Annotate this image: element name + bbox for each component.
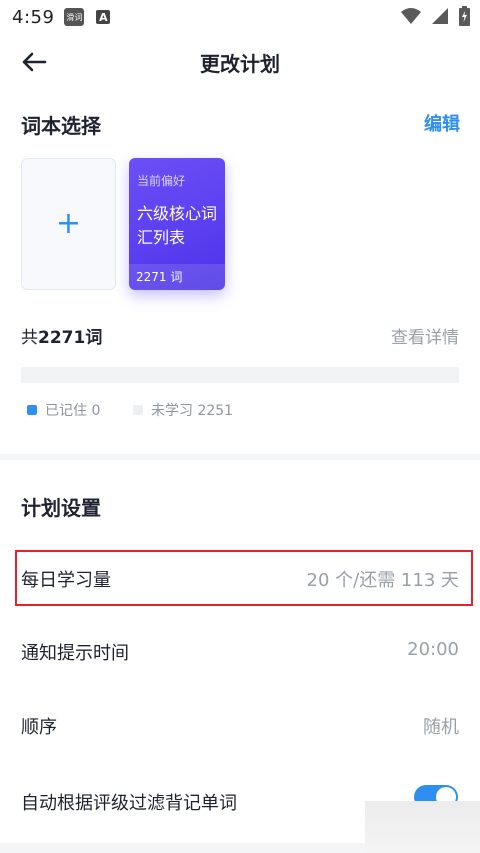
notification-time-label: 通知提示时间 [21,643,129,664]
legend-remembered: 已记住 0 [27,400,100,420]
legend-remembered-label: 已记住 0 [45,403,101,419]
total-value: 2271词 [38,328,103,348]
plan-section-title: 计划设置 [21,496,101,520]
page-title: 更改计划 [200,52,280,76]
app-notification-icon: 滑词 [64,8,85,26]
progress-bar [21,367,459,383]
wordbook-section-title: 词本选择 [21,114,101,138]
book-name: 六级核心词汇列表 [137,204,218,247]
daily-amount-row[interactable]: 每日学习量 20 个/还需 113 天 [0,550,480,606]
view-details-link[interactable]: 查看详情 [391,323,459,348]
battery-charging-icon [459,6,470,26]
status-icons [401,6,470,26]
status-time: 4:59 [12,6,55,28]
notification-time-row[interactable]: 通知提示时间 20:00 [0,623,480,679]
notification-time-value: 20:00 [407,639,459,660]
order-value: 随机 [423,717,459,738]
total-words: 共2271词 [21,323,102,348]
daily-amount-label: 每日学习量 [21,570,111,591]
book-tag: 当前偏好 [137,174,186,188]
total-prefix: 共 [21,328,38,348]
unlearned-dot-icon [133,405,143,415]
remembered-dot-icon [27,405,37,415]
corner-overlay [365,801,480,853]
plus-icon: + [55,206,82,241]
add-wordbook-button[interactable]: + [21,158,116,290]
translate-notification-icon: A [96,10,111,24]
legend-unlearned-label: 未学习 2251 [151,403,234,419]
daily-amount-value: 20 个/还需 113 天 [306,570,460,591]
header: 更改计划 [0,34,480,90]
section-divider [0,454,480,460]
order-row[interactable]: 顺序 随机 [0,697,480,753]
auto-filter-label: 自动根据评级过滤背记单词 [21,793,237,814]
book-word-count: 2271 词 [129,264,225,290]
signal-icon [432,8,448,24]
wifi-icon [401,8,421,24]
order-label: 顺序 [21,717,57,738]
wordbook-card-selected[interactable]: 当前偏好 六级核心词汇列表 2271 词 [129,158,225,290]
status-bar: 4:59 滑词 A [0,0,480,34]
legend-unlearned: 未学习 2251 [133,400,233,420]
edit-button[interactable]: 编辑 [424,110,460,136]
